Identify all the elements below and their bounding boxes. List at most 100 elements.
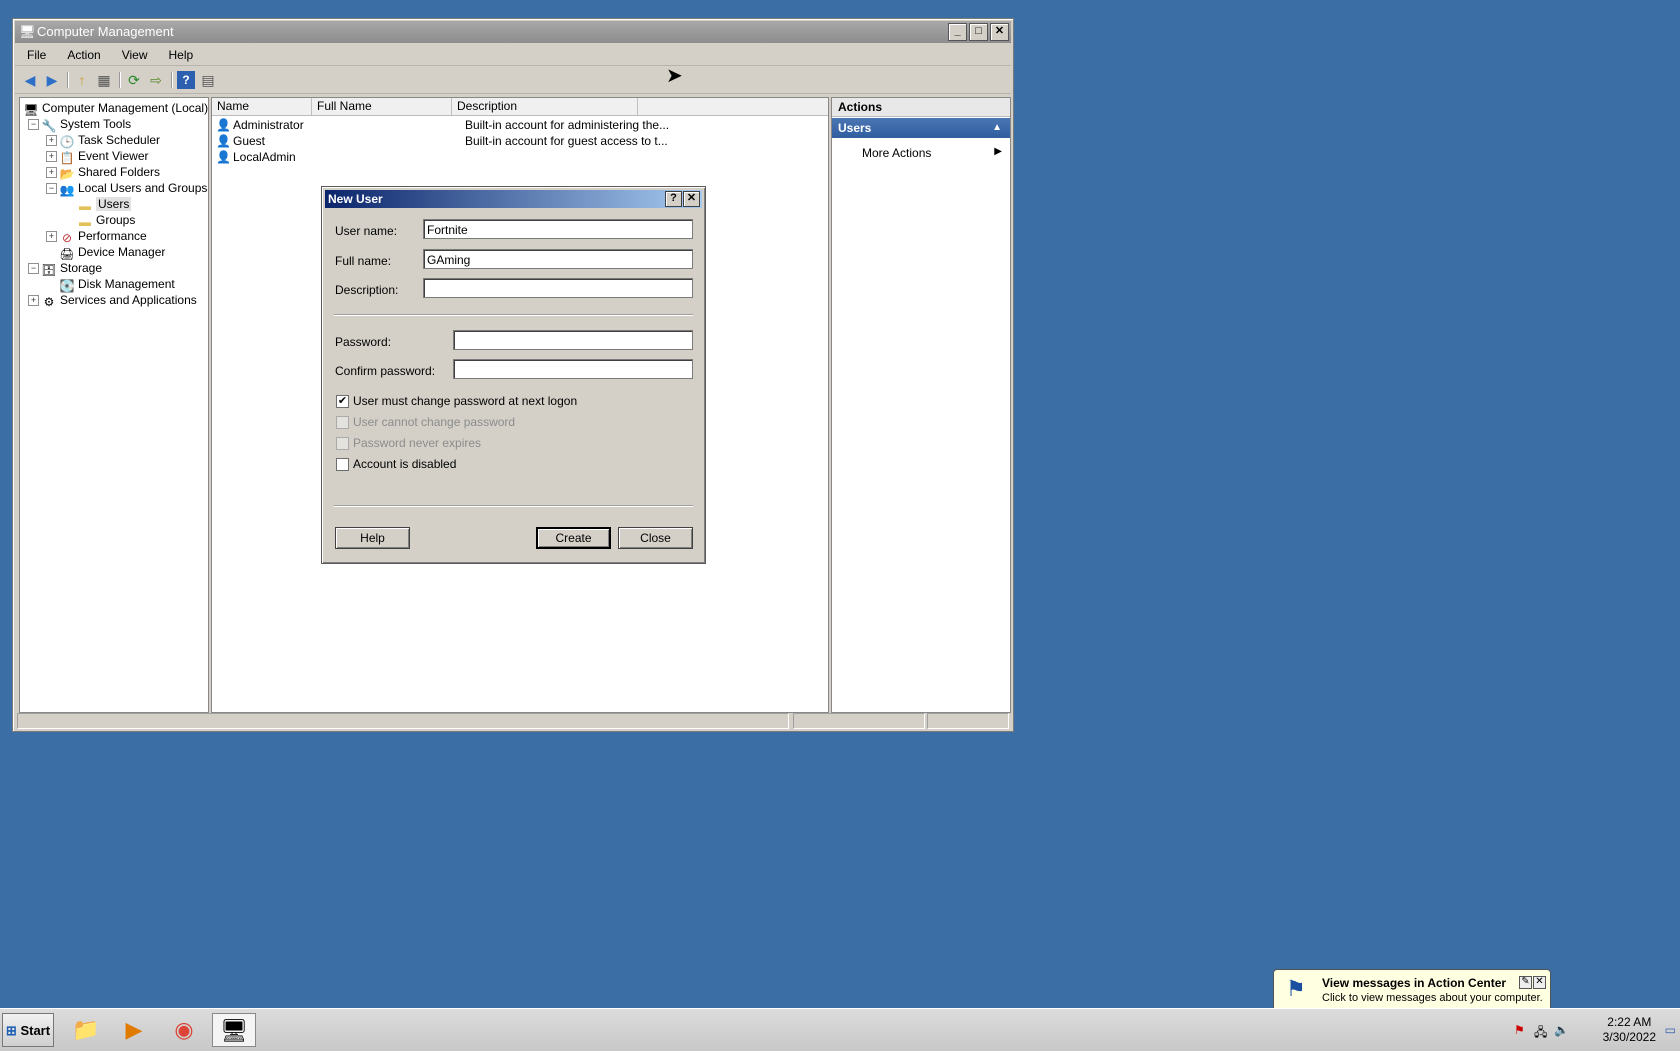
- column-header-description[interactable]: Description: [452, 98, 638, 115]
- notification-close-icon[interactable]: ✕: [1533, 976, 1546, 989]
- tree-item-users[interactable]: ▬ Users: [77, 196, 132, 213]
- refresh-icon[interactable]: ⟳: [125, 71, 143, 89]
- storage-icon: 🗄: [41, 263, 57, 277]
- expand-icon[interactable]: +: [46, 135, 57, 146]
- column-header-full-name[interactable]: Full Name: [312, 98, 452, 115]
- must-change-password-checkbox[interactable]: ✔: [336, 395, 349, 408]
- submenu-arrow-icon: ▶: [994, 146, 1002, 157]
- menu-action[interactable]: Action: [55, 45, 109, 62]
- tree-item-local-users-groups[interactable]: 👥 Local Users and Groups: [59, 180, 208, 197]
- user-description-cell: Built-in account for guest access to t..…: [465, 134, 668, 148]
- clock-time: 2:22 AM: [1607, 1015, 1652, 1029]
- maximize-button[interactable]: □: [969, 23, 988, 41]
- help-button[interactable]: Help: [335, 527, 410, 549]
- tree-item-system-tools[interactable]: 🔧 System Tools: [41, 116, 132, 133]
- clock[interactable]: 2:22 AM 3/30/2022: [1603, 1015, 1656, 1045]
- help-icon[interactable]: ?: [177, 71, 195, 89]
- tree-label: Device Manager: [78, 245, 166, 259]
- network-icon[interactable]: 🖧: [1534, 1023, 1547, 1044]
- menu-help[interactable]: Help: [157, 45, 203, 62]
- start-button[interactable]: ⊞ Start: [2, 1013, 54, 1047]
- fullname-field[interactable]: GAming: [423, 249, 693, 269]
- tree-item-groups[interactable]: ▬ Groups: [77, 212, 135, 229]
- back-arrow-icon[interactable]: ◀: [21, 71, 39, 89]
- tree-item-root[interactable]: 🖥 Computer Management (Local): [23, 100, 208, 117]
- tree-item-storage[interactable]: 🗄 Storage: [41, 260, 102, 277]
- mouse-cursor-icon: ➤: [666, 65, 683, 87]
- user-description-cell: Built-in account for administering the..…: [465, 118, 670, 132]
- expand-icon[interactable]: +: [46, 231, 57, 242]
- collapse-icon[interactable]: −: [28, 263, 39, 274]
- user-name-cell: LocalAdmin: [233, 150, 296, 164]
- up-folder-icon[interactable]: ↑: [73, 71, 91, 89]
- tree-item-disk-management[interactable]: 💽 Disk Management: [59, 276, 175, 293]
- description-field[interactable]: [423, 278, 693, 298]
- notification-options-icon[interactable]: ✎: [1519, 976, 1532, 989]
- show-desktop-icon[interactable]: ▭: [1665, 1023, 1676, 1037]
- clock-date: 3/30/2022: [1602, 1030, 1656, 1044]
- forward-arrow-icon[interactable]: ▶: [43, 71, 61, 89]
- menu-file[interactable]: File: [15, 45, 55, 62]
- chrome-taskbar-icon[interactable]: ◉: [162, 1013, 206, 1047]
- password-label: Password:: [335, 335, 392, 349]
- collapse-icon[interactable]: −: [28, 119, 39, 130]
- computer-management-taskbar-icon[interactable]: 🖥: [212, 1013, 256, 1047]
- account-disabled-checkbox[interactable]: [336, 458, 349, 471]
- action-center-tray-icon[interactable]: ⚑: [1514, 1023, 1525, 1037]
- close-window-button[interactable]: ✕: [990, 23, 1009, 41]
- clock-icon: 🕒: [59, 135, 75, 149]
- table-row[interactable]: 👤 Guest Built-in account for guest access…: [212, 133, 668, 149]
- confirm-password-field[interactable]: [453, 359, 693, 379]
- tree-label: Task Scheduler: [78, 133, 161, 147]
- close-button[interactable]: Close: [618, 527, 693, 549]
- menu-view[interactable]: View: [110, 45, 157, 62]
- password-field[interactable]: [453, 330, 693, 350]
- expand-icon[interactable]: +: [46, 167, 57, 178]
- menu-bar: File Action View Help: [15, 45, 1011, 66]
- fullname-label: Full name:: [335, 254, 392, 268]
- folder-icon: ▬: [79, 199, 91, 213]
- show-hide-action-pane-icon[interactable]: ▤: [199, 71, 217, 89]
- window-titlebar[interactable]: 🖥 Computer Management _ □ ✕: [15, 21, 1011, 43]
- volume-icon[interactable]: 🔈: [1554, 1023, 1569, 1037]
- tree-item-performance[interactable]: ⊘ Performance: [59, 228, 147, 245]
- start-label: Start: [20, 1023, 51, 1038]
- username-field[interactable]: Fortnite: [423, 219, 693, 239]
- computer-icon: 🖥: [23, 103, 39, 117]
- tree-item-device-manager[interactable]: 🖨 Device Manager: [59, 244, 166, 261]
- cannot-change-password-checkbox[interactable]: [336, 416, 349, 429]
- user-name-cell: Guest: [233, 134, 266, 148]
- toolbar: ◀ ▶ ↑ ▦ ⟳ ⇨ ? ▤: [15, 67, 1011, 94]
- collapse-arrow-icon[interactable]: ▲: [992, 118, 1002, 138]
- table-row[interactable]: 👤 LocalAdmin: [212, 149, 296, 165]
- more-actions-link[interactable]: More Actions: [862, 146, 931, 160]
- tree-label: Users: [96, 197, 132, 211]
- explorer-taskbar-icon[interactable]: 📁: [64, 1013, 108, 1047]
- status-pane: [793, 713, 925, 729]
- dialog-help-button[interactable]: ?: [665, 191, 682, 207]
- media-player-taskbar-icon[interactable]: ▶: [112, 1013, 156, 1047]
- tree-item-task-scheduler[interactable]: 🕒 Task Scheduler: [59, 132, 161, 149]
- minimize-button[interactable]: _: [948, 23, 967, 41]
- password-never-expires-checkbox[interactable]: [336, 437, 349, 450]
- action-center-notification[interactable]: ⚑ View messages in Action Center Click t…: [1273, 969, 1551, 1013]
- tree-item-event-viewer[interactable]: 📋 Event Viewer: [59, 148, 149, 165]
- create-button[interactable]: Create: [536, 527, 611, 549]
- windows-logo-icon: ⊞: [5, 1023, 17, 1038]
- collapse-icon[interactable]: −: [46, 183, 57, 194]
- device-manager-icon: 🖨: [59, 247, 75, 261]
- dialog-titlebar[interactable]: New User ? ✕: [325, 190, 702, 208]
- expand-icon[interactable]: +: [46, 151, 57, 162]
- dialog-close-button[interactable]: ✕: [683, 191, 700, 207]
- actions-section-users[interactable]: Users ▲: [832, 118, 1010, 138]
- tree-item-shared-folders[interactable]: 📂 Shared Folders: [59, 164, 161, 181]
- show-hide-tree-icon[interactable]: ▦: [95, 71, 113, 89]
- tree-item-services[interactable]: ⚙ Services and Applications: [41, 292, 197, 309]
- password-never-expires-label: Password never expires: [353, 436, 482, 450]
- table-row[interactable]: 👤 Administrator Built-in account for admi…: [212, 117, 669, 133]
- expand-icon[interactable]: +: [28, 295, 39, 306]
- export-list-icon[interactable]: ⇨: [147, 71, 165, 89]
- users-group-icon: 👥: [59, 183, 75, 197]
- column-header-name[interactable]: Name: [212, 98, 312, 115]
- separator: [334, 314, 693, 316]
